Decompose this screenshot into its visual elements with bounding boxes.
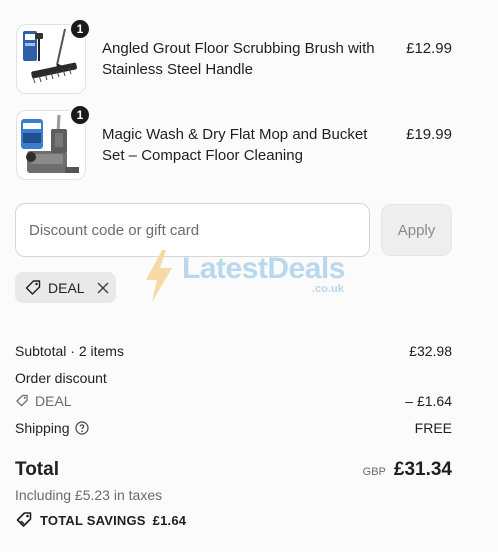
product-thumbnail: 1 [16,18,91,94]
applied-discount-chip: DEAL [15,272,116,303]
tag-icon [15,511,33,529]
order-discount-row: Order discount [15,370,452,386]
product-price: £12.99 [406,40,452,57]
subtotal-value: £32.98 [409,343,452,359]
discount-code-row: DEAL – £1.64 [15,393,452,409]
line-item: 1 Magic Wash & Dry Flat Mop and Bucket S… [16,104,452,180]
watermark-domain: .co.uk [312,283,344,295]
savings-value: £1.64 [152,512,187,528]
product-name: Angled Grout Floor Scrubbing Brush with … [102,40,375,78]
tag-icon [24,279,42,297]
subtotal-row: Subtotal · 2 items £32.98 [15,343,452,359]
product-price: £19.99 [406,126,452,143]
shipping-row: Shipping FREE [15,420,452,436]
taxes-row: Including £5.23 in taxes [15,487,452,503]
tag-icon [15,394,29,408]
remove-discount-icon[interactable] [97,281,109,294]
total-label: Total [15,459,59,480]
lightning-bolt-icon [146,250,172,302]
help-icon[interactable] [74,421,89,435]
savings-label: TOTAL SAVINGS [40,512,146,528]
line-item: 1 Angled Grout Floor Scrubbing Brush wit… [16,18,452,94]
shipping-label: Shipping [15,420,70,436]
apply-button[interactable]: Apply [381,204,452,256]
applied-discount-code: DEAL [48,279,85,296]
quantity-badge: 1 [69,104,91,126]
watermark-text: LatestDeals [182,252,345,285]
discount-row: Apply [15,203,452,257]
product-thumbnail: 1 [16,104,91,180]
discount-code-input[interactable] [15,203,370,257]
discount-value: – £1.64 [405,393,452,409]
taxes-note: Including £5.23 in taxes [15,487,163,503]
total-row: Total GBP £31.34 [15,459,452,481]
savings-row: TOTAL SAVINGS £1.64 [15,511,452,529]
discount-code-label: DEAL [35,393,72,409]
product-name: Magic Wash & Dry Flat Mop and Bucket Set… [102,126,368,164]
quantity-badge: 1 [69,18,91,40]
total-value: £31.34 [393,459,452,480]
shipping-value: FREE [414,420,452,436]
currency-code: GBP [362,466,386,478]
order-discount-label: Order discount [15,370,107,386]
subtotal-label: Subtotal · 2 items [15,343,124,359]
watermark: LatestDeals .co.uk [142,250,357,302]
